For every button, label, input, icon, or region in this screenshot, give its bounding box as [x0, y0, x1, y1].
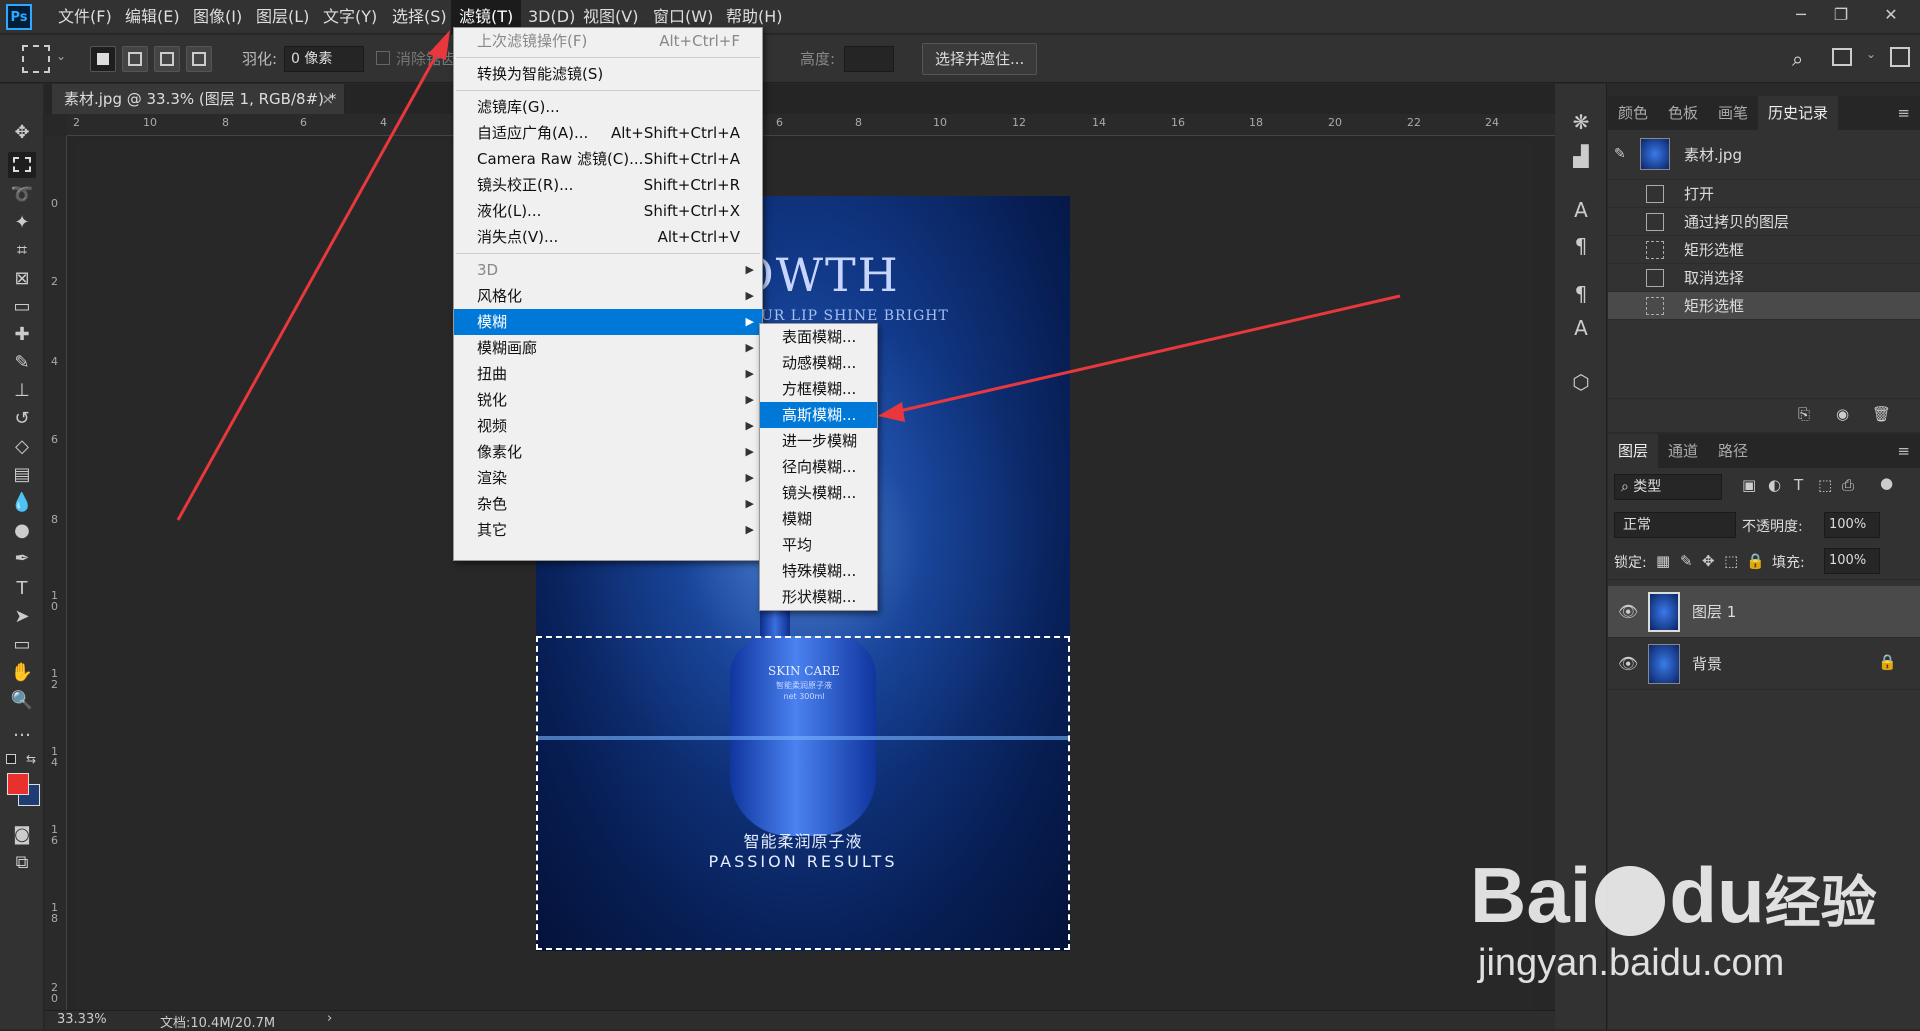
annotation-arrow-to-gaussian-blur	[894, 294, 1401, 414]
annotation-arrows	[176, 30, 1401, 521]
annotation-arrow-to-filter-menu	[176, 51, 440, 521]
arrowhead-icon	[878, 402, 905, 422]
arrowhead-icon	[428, 30, 450, 60]
